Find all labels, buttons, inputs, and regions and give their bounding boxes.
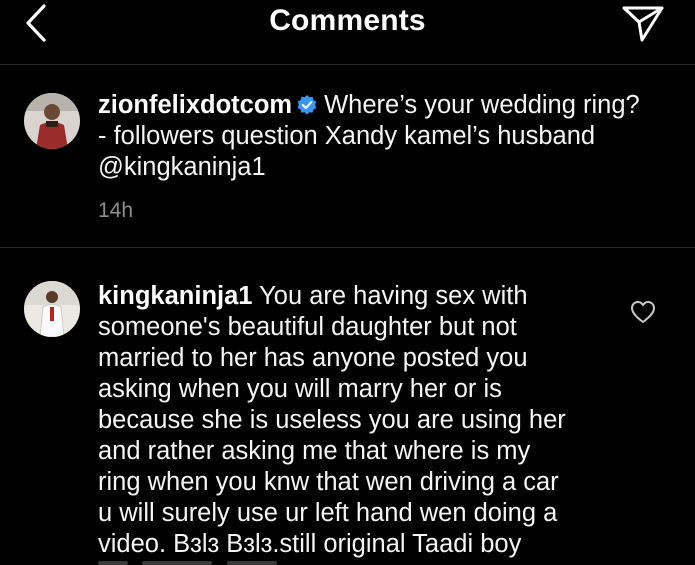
caption-mention[interactable]: @kingkaninja1 (98, 152, 688, 183)
comment-username[interactable]: kingkaninja1 (98, 282, 252, 310)
faded-meta-1 (98, 561, 128, 565)
verified-badge-icon (297, 95, 317, 115)
caption-username[interactable]: zionfelixdotcom (98, 91, 292, 119)
comment-line-7: ring when you knw that wen driving a car (98, 468, 559, 496)
comment-line-6: and rather asking me that where is my (98, 437, 531, 465)
caption-text: zionfelixdotcom Where’s your wedding rin… (98, 90, 688, 183)
faded-meta-3 (226, 561, 277, 565)
comment-line-2: someone's beautiful daughter but not (98, 313, 517, 341)
post-caption: zionfelixdotcom Where’s your wedding rin… (0, 65, 695, 248)
faded-meta-2 (142, 561, 213, 565)
avatar[interactable] (24, 93, 80, 149)
like-button[interactable] (630, 300, 656, 324)
caption-timestamp: 14h (98, 199, 134, 222)
caption-line-2: - followers question Xandy kamel’s husba… (98, 122, 596, 150)
paper-plane-icon (622, 6, 664, 42)
comment-line-4: asking when you will marry her or is (98, 375, 502, 403)
caption-line-1: Where’s your wedding ring? (324, 91, 640, 119)
comment-actions-row (98, 552, 418, 565)
comment-line-1: You are having sex with (259, 282, 528, 310)
comment-line-3: married to her has anyone posted you (98, 344, 528, 372)
comments-header: Comments (0, 0, 695, 65)
comment-line-5: because she is useless you are using her (98, 406, 566, 434)
comment-line-8: u will surely use ur left hand wen doing… (98, 499, 558, 527)
profile-photo (24, 93, 80, 149)
comment-text: kingkaninja1 You are having sex with som… (98, 281, 638, 560)
share-button[interactable] (618, 0, 666, 46)
page-title: Comments (269, 4, 426, 37)
heart-outline-icon (631, 301, 655, 323)
commenter-avatar[interactable] (24, 281, 80, 337)
commenter-profile-photo (24, 281, 80, 337)
